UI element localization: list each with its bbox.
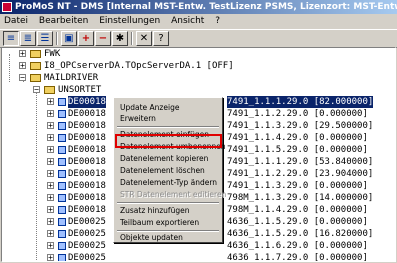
toolbar-separator (56, 32, 58, 45)
menu-item-teilbaum-exportieren[interactable]: Teilbaum exportieren (120, 217, 199, 228)
menu-item-objekte-updaten[interactable]: Objekte updaten (120, 232, 183, 243)
menu-item-str-datenelement-editieren: STR Datenelement editieren (120, 190, 227, 199)
menu-datei[interactable]: Datei (0, 16, 32, 26)
data-element-icon (58, 218, 66, 226)
menu-bar: Datei Bearbeiten Einstellungen Ansicht ? (0, 14, 397, 28)
dms-window: ProMoS NT - DMS [Internal MST-Entw. Test… (0, 0, 397, 263)
expand-plus-icon[interactable]: + (47, 146, 54, 154)
tree-guide-line (9, 54, 10, 82)
folder-icon (30, 74, 41, 82)
data-element-icon (58, 146, 66, 154)
data-element-icon (58, 182, 66, 190)
expand-plus-icon[interactable]: + (47, 194, 54, 202)
data-element-icon (58, 98, 66, 106)
collapse-minus-icon[interactable]: − (19, 74, 26, 82)
remove-minus-icon[interactable]: − (95, 31, 111, 46)
data-element-icon (58, 110, 66, 118)
toolbar: ≡ ≣ ☰ ▣ + − ✱ ✕ ? (0, 29, 397, 48)
bug-icon[interactable]: ✱ (112, 31, 128, 46)
add-plus-icon[interactable]: + (78, 31, 94, 46)
context-menu: Update Anzeige Erweitern Datenelement ei… (113, 97, 227, 243)
expand-plus-icon[interactable]: + (47, 182, 54, 190)
expand-plus-icon[interactable]: + (19, 62, 26, 70)
close-x-icon[interactable]: ✕ (136, 31, 152, 46)
data-element-icon (58, 206, 66, 214)
menu-ansicht[interactable]: Ansicht (167, 16, 208, 26)
data-element-icon (58, 194, 66, 202)
data-element-icon (58, 134, 66, 142)
menu-separator (117, 202, 219, 204)
expand-plus-icon[interactable]: + (47, 134, 54, 142)
menu-einstellungen[interactable]: Einstellungen (95, 16, 164, 26)
menu-item-datenelement-typ-aendern[interactable]: Datenelement-Typ ändern (120, 177, 217, 188)
expand-plus-icon[interactable]: + (19, 50, 26, 58)
menu-separator (117, 126, 219, 128)
collapse-minus-icon[interactable]: − (33, 86, 40, 94)
tree-guide-line (36, 90, 37, 260)
data-element-icon (58, 242, 66, 250)
menu-help[interactable]: ? (211, 16, 224, 26)
menu-item-update-anzeige[interactable]: Update Anzeige (120, 102, 179, 113)
app-icon (2, 2, 12, 12)
highlight-box (115, 134, 222, 148)
menu-item-datenelement-kopieren[interactable]: Datenelement kopieren (120, 153, 208, 164)
data-element-icon (58, 230, 66, 238)
expand-plus-icon[interactable]: + (47, 254, 54, 261)
tree-list-icon[interactable]: ☰ (37, 31, 53, 46)
expand-plus-icon[interactable]: + (47, 98, 54, 106)
menu-item-datenelement-loeschen[interactable]: Datenelement löschen (120, 165, 205, 176)
folder-icon (30, 62, 41, 70)
tree-expand-icon[interactable]: ≡ (3, 31, 19, 46)
expand-plus-icon[interactable]: + (47, 218, 54, 226)
folder-icon (44, 86, 55, 94)
data-element-icon (58, 170, 66, 178)
tree-collapse-icon[interactable]: ≣ (20, 31, 36, 46)
data-element-icon (58, 122, 66, 130)
expand-plus-icon[interactable]: + (47, 206, 54, 214)
help-question-icon[interactable]: ? (153, 31, 169, 46)
expand-plus-icon[interactable]: + (47, 110, 54, 118)
menu-item-erweitern[interactable]: Erweitern (120, 113, 156, 124)
expand-plus-icon[interactable]: + (47, 158, 54, 166)
expand-plus-icon[interactable]: + (47, 122, 54, 130)
menu-item-zusatz-hinzufuegen[interactable]: Zusatz hinzufügen (120, 205, 189, 216)
title-bar[interactable]: ProMoS NT - DMS [Internal MST-Entw. Test… (0, 0, 397, 14)
expand-plus-icon[interactable]: + (47, 170, 54, 178)
menu-bearbeiten[interactable]: Bearbeiten (35, 16, 92, 26)
folder-icon (30, 50, 41, 58)
data-element-icon (58, 158, 66, 166)
toolbar-separator (131, 32, 133, 45)
save-disk-icon[interactable]: ▣ (61, 31, 77, 46)
data-element-icon (58, 254, 66, 261)
window-title: ProMoS NT - DMS [Internal MST-Entw. Test… (15, 2, 397, 12)
expand-plus-icon[interactable]: + (47, 230, 54, 238)
expand-plus-icon[interactable]: + (47, 242, 54, 250)
